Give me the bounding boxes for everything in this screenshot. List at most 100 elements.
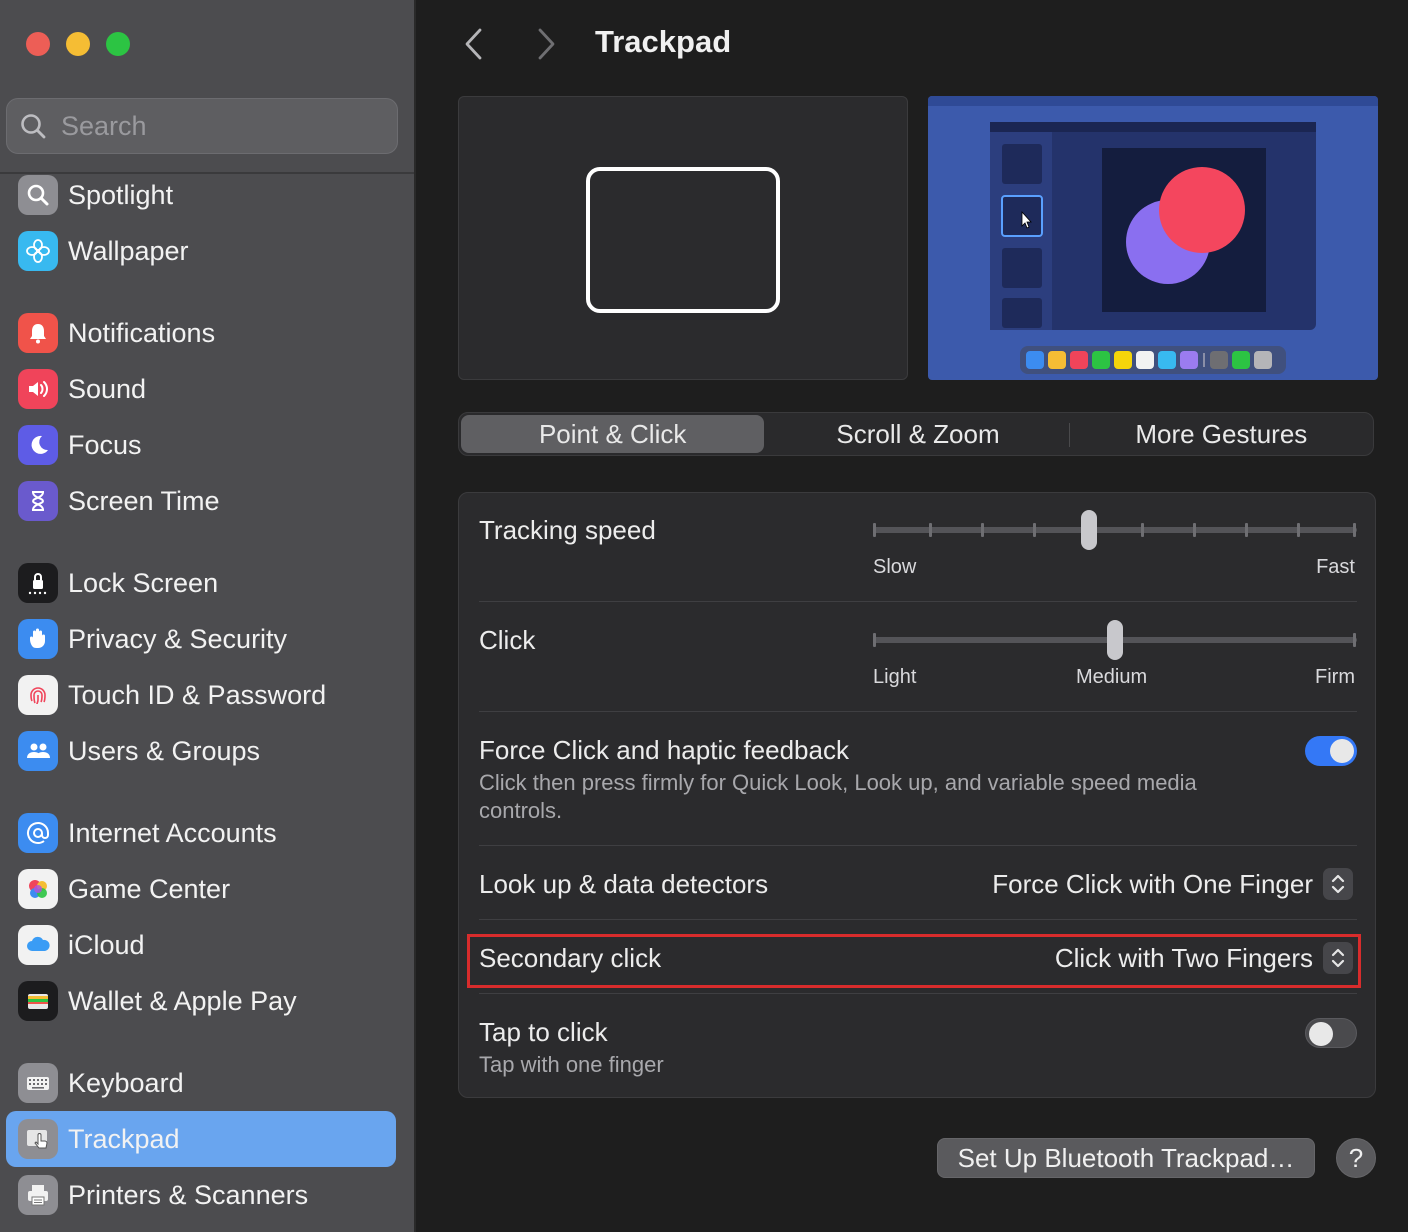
sidebar-item-label: Keyboard bbox=[68, 1067, 184, 1098]
click-pressure-knob[interactable] bbox=[1107, 620, 1123, 660]
tracking-speed-label: Tracking speed bbox=[479, 515, 656, 545]
sidebar-item-label: Printers & Scanners bbox=[68, 1179, 309, 1210]
slider-tick bbox=[1297, 523, 1300, 537]
row-divider bbox=[479, 993, 1357, 994]
hourglass-icon bbox=[18, 481, 58, 521]
slider-tick bbox=[1245, 523, 1248, 537]
slider-tick bbox=[1193, 523, 1196, 537]
sidebar-item-label: Spotlight bbox=[68, 179, 174, 210]
toggle-knob bbox=[1309, 1022, 1333, 1046]
up-down-chevron-icon bbox=[1331, 874, 1345, 894]
slider-max-label: Firm bbox=[1315, 666, 1355, 688]
sidebar-item-label: Touch ID & Password bbox=[68, 679, 327, 710]
secondary-click-highlight bbox=[467, 934, 1361, 988]
slider-min-label: Light bbox=[873, 666, 917, 688]
sidebar-item-icloud[interactable]: iCloud bbox=[6, 917, 396, 973]
slider-tick bbox=[981, 523, 984, 537]
sidebar-item-label: Trackpad bbox=[68, 1123, 180, 1154]
slider-min-label: Slow bbox=[873, 556, 917, 578]
moon-icon bbox=[18, 425, 58, 465]
forward-button[interactable] bbox=[526, 24, 566, 64]
sidebar-item-internet-accounts[interactable]: Internet Accounts bbox=[6, 805, 396, 861]
back-button[interactable] bbox=[454, 24, 494, 64]
search-input[interactable] bbox=[61, 110, 381, 142]
tab-point-click[interactable]: Point & Click bbox=[461, 415, 765, 453]
slider-tick bbox=[873, 523, 876, 537]
sidebar-item-wallpaper[interactable]: Wallpaper bbox=[6, 223, 396, 279]
settings-panel: Tracking speed Slow Fast Click Light Med… bbox=[458, 492, 1376, 1098]
main-content: Trackpad Point & Click Scroll & Zoom Mor… bbox=[418, 0, 1408, 1232]
sidebar: Spotlight Wallpaper Notifications Sound … bbox=[0, 0, 416, 1232]
game-center-icon bbox=[18, 869, 58, 909]
slider-max-label: Fast bbox=[1316, 556, 1355, 578]
slider-tick bbox=[929, 523, 932, 537]
sidebar-item-label: Wallpaper bbox=[68, 235, 189, 266]
trackpad-preview bbox=[458, 96, 908, 380]
sidebar-item-label: Game Center bbox=[68, 873, 231, 904]
close-window-button[interactable] bbox=[26, 32, 50, 56]
tab-scroll-zoom[interactable]: Scroll & Zoom bbox=[766, 413, 1070, 455]
sidebar-item-printers-scanners[interactable]: Printers & Scanners bbox=[6, 1167, 396, 1223]
force-click-description: Click then press firmly for Quick Look, … bbox=[479, 770, 1197, 823]
sidebar-item-label: Focus bbox=[68, 429, 142, 460]
gesture-video-preview bbox=[928, 96, 1378, 380]
setup-bluetooth-trackpad-button[interactable]: Set Up Bluetooth Trackpad… bbox=[937, 1138, 1315, 1178]
minimize-window-button[interactable] bbox=[66, 32, 90, 56]
sidebar-item-notifications[interactable]: Notifications bbox=[6, 305, 396, 361]
page-title: Trackpad bbox=[595, 24, 732, 59]
row-divider bbox=[479, 601, 1357, 602]
tab-label: Point & Click bbox=[538, 418, 687, 449]
click-label: Click bbox=[479, 625, 536, 655]
bell-icon bbox=[18, 313, 58, 353]
sidebar-item-label: Privacy & Security bbox=[68, 623, 288, 654]
chevron-left-icon bbox=[465, 28, 482, 60]
sidebar-item-users-groups[interactable]: Users & Groups bbox=[6, 723, 396, 779]
sidebar-item-trackpad[interactable]: Trackpad bbox=[6, 1111, 396, 1167]
toggle-knob bbox=[1330, 739, 1354, 763]
printer-icon bbox=[18, 1175, 58, 1215]
sidebar-item-spotlight[interactable]: Spotlight bbox=[6, 167, 396, 223]
hand-icon bbox=[18, 619, 58, 659]
sidebar-item-label: Users & Groups bbox=[68, 735, 261, 766]
slider-mid-label: Medium bbox=[1076, 666, 1148, 688]
sidebar-item-touch-id[interactable]: Touch ID & Password bbox=[6, 667, 396, 723]
tap-to-click-toggle[interactable] bbox=[1305, 1018, 1357, 1048]
sidebar-item-privacy-security[interactable]: Privacy & Security bbox=[6, 611, 396, 667]
sidebar-item-label: Notifications bbox=[68, 317, 216, 348]
tab-bar: Point & Click Scroll & Zoom More Gesture… bbox=[458, 412, 1374, 456]
sidebar-item-label: Sound bbox=[68, 373, 147, 404]
slider-tick bbox=[873, 633, 876, 647]
cloud-icon bbox=[18, 925, 58, 965]
tab-more-gestures[interactable]: More Gestures bbox=[1070, 413, 1373, 455]
search-icon bbox=[21, 114, 46, 139]
sidebar-item-lock-screen[interactable]: Lock Screen bbox=[6, 555, 396, 611]
sidebar-item-sound[interactable]: Sound bbox=[6, 361, 396, 417]
slider-track bbox=[873, 527, 1357, 533]
sidebar-item-label: Internet Accounts bbox=[68, 817, 277, 848]
search-field[interactable] bbox=[6, 98, 398, 154]
tab-label: Scroll & Zoom bbox=[836, 418, 1000, 449]
lookup-label: Look up & data detectors bbox=[479, 869, 769, 899]
force-click-toggle[interactable] bbox=[1305, 736, 1357, 766]
slider-tick bbox=[1353, 633, 1356, 647]
tap-to-click-description: Tap with one finger bbox=[479, 1052, 664, 1077]
trackpad-shape bbox=[586, 167, 780, 313]
sidebar-item-game-center[interactable]: Game Center bbox=[6, 861, 396, 917]
row-divider bbox=[479, 919, 1357, 920]
sidebar-item-keyboard[interactable]: Keyboard bbox=[6, 1055, 396, 1111]
zoom-window-button[interactable] bbox=[106, 32, 130, 56]
sidebar-item-focus[interactable]: Focus bbox=[6, 417, 396, 473]
flower-icon bbox=[18, 231, 58, 271]
fingerprint-icon bbox=[18, 675, 58, 715]
row-divider bbox=[479, 845, 1357, 846]
chevron-right-icon bbox=[538, 28, 555, 60]
tracking-speed-knob[interactable] bbox=[1081, 510, 1097, 550]
help-button[interactable]: ? bbox=[1336, 1138, 1376, 1178]
trackpad-icon bbox=[18, 1119, 58, 1159]
wallet-icon bbox=[18, 981, 58, 1021]
sidebar-item-wallet[interactable]: Wallet & Apple Pay bbox=[6, 973, 396, 1029]
sidebar-item-label: Wallet & Apple Pay bbox=[68, 985, 297, 1016]
lookup-stepper[interactable] bbox=[1323, 868, 1353, 900]
sidebar-item-screen-time[interactable]: Screen Time bbox=[6, 473, 396, 529]
slider-tick bbox=[1033, 523, 1036, 537]
